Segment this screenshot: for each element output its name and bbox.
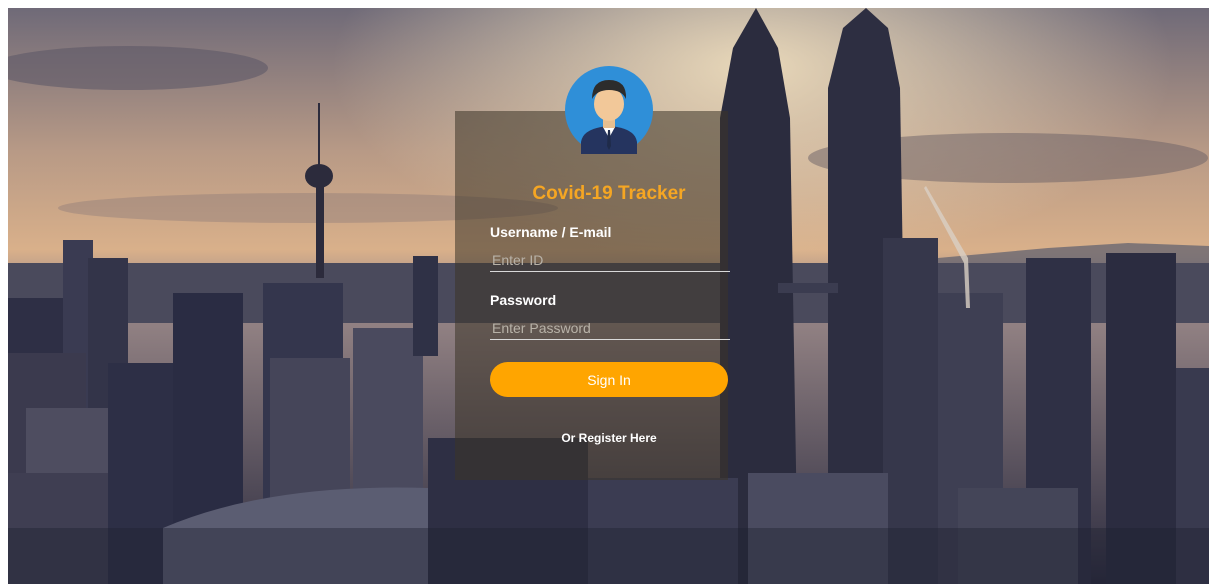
password-label: Password xyxy=(490,292,557,308)
password-input[interactable] xyxy=(490,317,730,340)
app-title: Covid-19 Tracker xyxy=(532,183,686,204)
register-link[interactable]: Or Register Here xyxy=(490,431,728,445)
username-input[interactable] xyxy=(490,249,730,272)
sign-in-button[interactable]: Sign In xyxy=(490,362,728,397)
username-label: Username / E-mail xyxy=(490,224,612,240)
user-avatar-icon xyxy=(565,66,653,154)
